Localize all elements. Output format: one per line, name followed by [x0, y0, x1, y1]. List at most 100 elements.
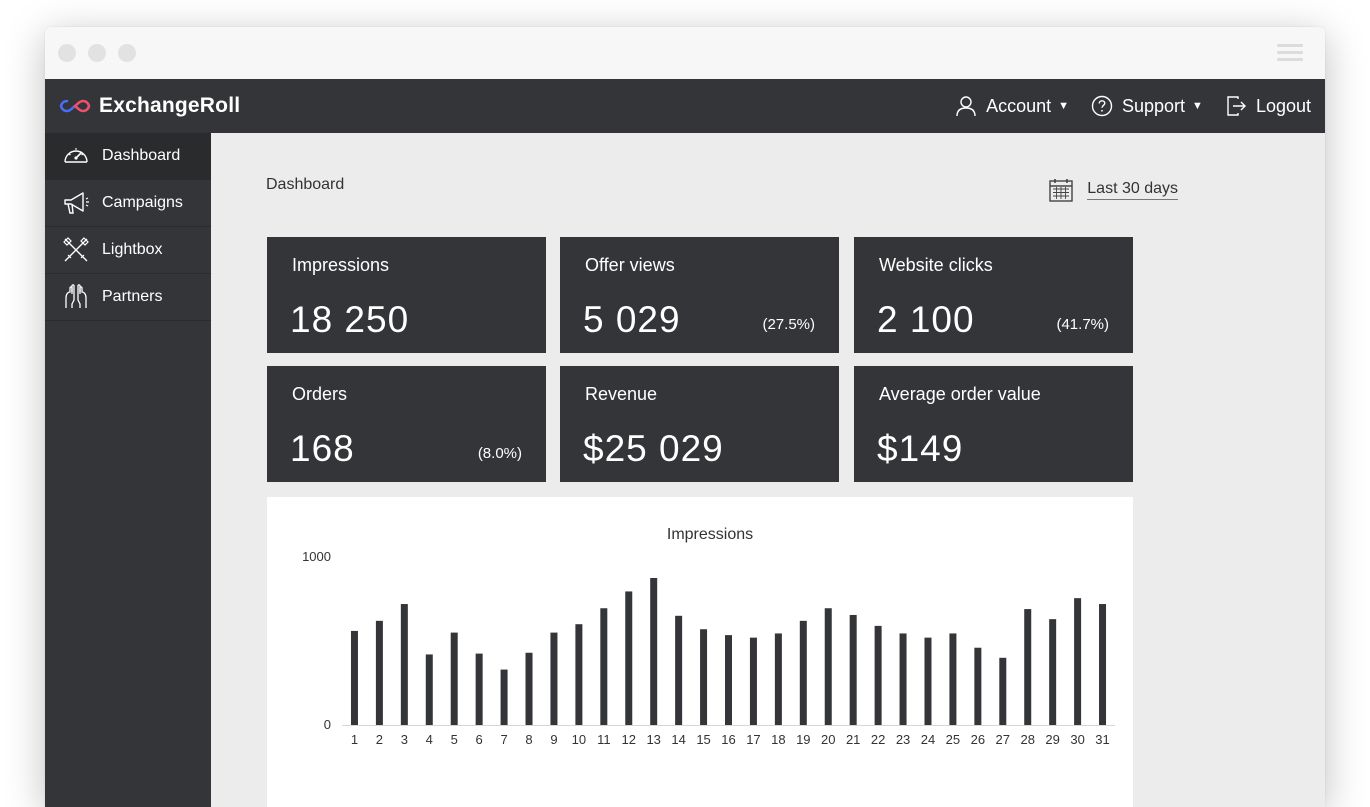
window-titlebar: [45, 27, 1325, 79]
kpi-card-revenue[interactable]: Revenue $25 029: [560, 366, 839, 482]
x-tick-label: 8: [525, 732, 532, 747]
chart-bar[interactable]: [749, 637, 757, 725]
help-circle-icon: [1091, 95, 1113, 117]
chart-bar[interactable]: [650, 578, 658, 725]
logout-label: Logout: [1255, 95, 1311, 116]
kpi-label: Average order value: [879, 384, 1041, 404]
date-range-label: Last 30 days: [1087, 180, 1178, 200]
app-logo[interactable]: ExchangeRoll: [59, 92, 240, 120]
chevron-down-icon: ▼: [1058, 100, 1069, 112]
x-tick-label: 3: [401, 732, 408, 747]
chart-bar[interactable]: [1074, 598, 1082, 725]
top-navbar: ExchangeRoll Account ▼ Support ▼ Logout: [45, 79, 1325, 133]
chart-bar[interactable]: [899, 633, 907, 725]
chart-title: Impressions: [667, 526, 753, 543]
sidebar-item-partners[interactable]: Partners: [45, 274, 211, 321]
support-label: Support: [1122, 95, 1186, 116]
chart-bar[interactable]: [700, 629, 708, 725]
date-range-picker[interactable]: Last 30 days: [1048, 177, 1178, 203]
sidebar-item-campaigns[interactable]: Campaigns: [45, 180, 211, 227]
kpi-card-orders[interactable]: Orders 168 (8.0%): [267, 366, 546, 482]
x-tick-label: 7: [500, 732, 507, 747]
chart-bar[interactable]: [550, 632, 558, 725]
support-menu[interactable]: Support ▼: [1091, 95, 1203, 117]
x-tick-label: 21: [846, 732, 860, 747]
main-content: Dashboard Last 30 days Impressions 18 25…: [211, 133, 1325, 807]
x-tick-label: 2: [376, 732, 383, 747]
megaphone-icon: [64, 192, 89, 214]
chart-bar[interactable]: [475, 653, 483, 725]
chart-y-tick-labels: 0 1000: [302, 549, 331, 732]
chart-bar[interactable]: [824, 608, 832, 725]
kpi-label: Offer views: [585, 255, 675, 275]
crossed-tools-icon: [63, 237, 89, 262]
chart-bar[interactable]: [774, 633, 782, 725]
kpi-value: 168: [290, 428, 355, 469]
close-window-dot[interactable]: [58, 44, 76, 62]
x-tick-label: 18: [771, 732, 785, 747]
chart-bar[interactable]: [675, 615, 683, 725]
x-tick-label: 28: [1020, 732, 1034, 747]
sidebar-item-lightbox[interactable]: Lightbox: [45, 227, 211, 274]
x-tick-label: 22: [871, 732, 885, 747]
impressions-chart-panel: Impressions 1 2 3 4 5 6 7 8 9 10 11 12 13 14 15 16 17 18 1…: [267, 497, 1133, 807]
chart-bar[interactable]: [924, 637, 932, 725]
sidebar: Dashboard Campaigns Lightbox Partners: [45, 133, 219, 807]
logout-link[interactable]: Logout: [1225, 95, 1311, 117]
chart-bar[interactable]: [500, 669, 508, 725]
y-tick-label: 0: [324, 717, 331, 732]
chart-bar[interactable]: [725, 635, 732, 725]
chart-bar[interactable]: [874, 625, 882, 725]
kpi-value: 2 100: [877, 299, 975, 340]
x-tick-label: 24: [921, 732, 935, 747]
kpi-card-offer-views[interactable]: Offer views 5 029 (27.5%): [560, 237, 839, 353]
user-icon: [956, 96, 976, 117]
browser-window: ExchangeRoll Account ▼ Support ▼ Logout …: [45, 27, 1325, 807]
chart-bar[interactable]: [1024, 609, 1032, 725]
chart-bar[interactable]: [350, 630, 358, 725]
kpi-card-average-order-value[interactable]: Average order value $149: [854, 366, 1133, 482]
chart-bar[interactable]: [425, 654, 433, 725]
infinity-logo-icon: [59, 99, 91, 113]
chart-bar[interactable]: [575, 624, 583, 725]
x-tick-label: 23: [896, 732, 910, 747]
chart-bar[interactable]: [799, 620, 807, 725]
chart-bar[interactable]: [1049, 619, 1057, 725]
x-tick-label: 5: [451, 732, 458, 747]
x-tick-label: 9: [550, 732, 557, 747]
kpi-card-website-clicks[interactable]: Website clicks 2 100 (41.7%): [854, 237, 1133, 353]
chart-bar[interactable]: [525, 652, 533, 725]
sidebar-item-label: Dashboard: [102, 147, 181, 164]
kpi-card-impressions[interactable]: Impressions 18 250: [267, 237, 546, 353]
x-tick-label: 20: [821, 732, 835, 747]
sidebar-item-dashboard[interactable]: Dashboard: [45, 133, 219, 180]
x-tick-label: 6: [476, 732, 483, 747]
chart-bar[interactable]: [849, 614, 857, 725]
calendar-icon: [1049, 179, 1073, 202]
x-tick-label: 14: [671, 732, 685, 747]
kpi-label: Impressions: [292, 255, 390, 275]
chart-bar[interactable]: [625, 591, 633, 725]
x-tick-label: 13: [646, 732, 660, 747]
chart-bar[interactable]: [974, 647, 982, 725]
chart-bar[interactable]: [400, 604, 408, 725]
hamburger-menu-icon[interactable]: [1277, 44, 1303, 62]
chart-bar[interactable]: [375, 620, 383, 725]
kpi-value: $25 029: [583, 428, 724, 469]
chart-bar[interactable]: [999, 657, 1007, 725]
x-tick-label: 10: [572, 732, 586, 747]
account-label: Account: [986, 95, 1052, 116]
x-tick-label: 29: [1045, 732, 1059, 747]
chart-bar[interactable]: [1099, 604, 1107, 725]
chart-bar[interactable]: [450, 632, 458, 725]
account-menu[interactable]: Account ▼: [955, 95, 1069, 117]
minimize-window-dot[interactable]: [88, 44, 106, 62]
x-tick-label: 1: [351, 732, 358, 747]
impressions-bar-chart: Impressions 1 2 3 4 5 6 7 8 9 10 11 12 13 14 15 16 17 18 1…: [302, 526, 1115, 747]
chart-bar[interactable]: [600, 608, 608, 725]
chart-bars: [350, 578, 1107, 725]
kpi-value: 18 250: [290, 299, 410, 340]
maximize-window-dot[interactable]: [118, 44, 136, 62]
chart-bar[interactable]: [949, 633, 957, 725]
kpi-percent: (8.0%): [477, 445, 522, 462]
